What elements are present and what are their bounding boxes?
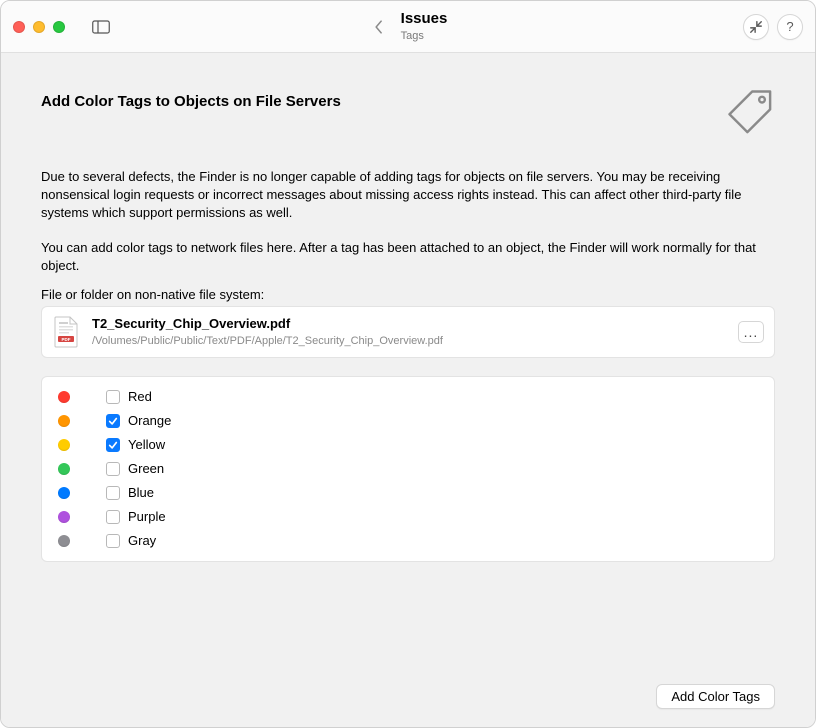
description-paragraph-2: You can add color tags to network files … bbox=[41, 239, 775, 275]
back-button[interactable] bbox=[369, 19, 389, 35]
tag-checkbox-purple[interactable] bbox=[106, 510, 120, 524]
collapse-button[interactable] bbox=[743, 14, 769, 40]
ellipsis-icon: ... bbox=[744, 324, 759, 340]
tag-dot-purple bbox=[58, 511, 70, 523]
tag-row-yellow: Yellow bbox=[58, 433, 758, 457]
tag-dot-green bbox=[58, 463, 70, 475]
tag-checkbox-green[interactable] bbox=[106, 462, 120, 476]
window-title: Issues bbox=[401, 10, 448, 29]
tag-dot-gray bbox=[58, 535, 70, 547]
add-color-tags-button[interactable]: Add Color Tags bbox=[656, 684, 775, 709]
tag-label-green: Green bbox=[128, 461, 164, 476]
file-field-label: File or folder on non-native file system… bbox=[41, 287, 775, 302]
tag-row-green: Green bbox=[58, 457, 758, 481]
app-window: Issues Tags ? Add Color Tags to Objects … bbox=[0, 0, 816, 728]
tag-checkbox-red[interactable] bbox=[106, 390, 120, 404]
tag-label-yellow: Yellow bbox=[128, 437, 165, 452]
title-center: Issues Tags bbox=[369, 10, 448, 44]
content-area: Add Color Tags to Objects on File Server… bbox=[1, 53, 815, 670]
pdf-file-icon: PDF bbox=[52, 315, 80, 349]
chevron-left-icon bbox=[374, 19, 384, 35]
tag-dot-yellow bbox=[58, 439, 70, 451]
window-controls bbox=[13, 21, 65, 33]
tag-label-purple: Purple bbox=[128, 509, 166, 524]
collapse-icon bbox=[749, 20, 763, 34]
tag-label-gray: Gray bbox=[128, 533, 156, 548]
tag-row-red: Red bbox=[58, 385, 758, 409]
minimize-window-button[interactable] bbox=[33, 21, 45, 33]
file-row: PDF T2_Security_Chip_Overview.pdf /Volum… bbox=[41, 306, 775, 358]
tag-label-orange: Orange bbox=[128, 413, 171, 428]
tag-dot-orange bbox=[58, 415, 70, 427]
window-subtitle: Tags bbox=[401, 30, 448, 44]
check-icon bbox=[108, 416, 118, 426]
svg-text:PDF: PDF bbox=[62, 337, 71, 342]
sidebar-icon bbox=[92, 20, 110, 34]
tag-icon bbox=[723, 85, 775, 140]
tag-checkbox-gray[interactable] bbox=[106, 534, 120, 548]
description-paragraph-1: Due to several defects, the Finder is no… bbox=[41, 168, 775, 223]
file-text: T2_Security_Chip_Overview.pdf /Volumes/P… bbox=[92, 316, 726, 348]
page-heading: Add Color Tags to Objects on File Server… bbox=[41, 93, 341, 110]
tag-label-blue: Blue bbox=[128, 485, 154, 500]
footer: Add Color Tags bbox=[1, 670, 815, 727]
tag-dot-red bbox=[58, 391, 70, 403]
check-icon bbox=[108, 440, 118, 450]
heading-row: Add Color Tags to Objects on File Server… bbox=[41, 81, 775, 140]
file-path: /Volumes/Public/Public/Text/PDF/Apple/T2… bbox=[92, 334, 726, 348]
titlebar-right: ? bbox=[743, 14, 803, 40]
titlebar: Issues Tags ? bbox=[1, 1, 815, 53]
file-more-button[interactable]: ... bbox=[738, 321, 764, 343]
tag-row-blue: Blue bbox=[58, 481, 758, 505]
tag-row-orange: Orange bbox=[58, 409, 758, 433]
tag-dot-blue bbox=[58, 487, 70, 499]
tags-list: Red Orange Yellow Green Blue Purple Gray bbox=[41, 376, 775, 562]
help-icon: ? bbox=[786, 19, 793, 34]
tag-row-gray: Gray bbox=[58, 529, 758, 553]
tag-checkbox-orange[interactable] bbox=[106, 414, 120, 428]
help-button[interactable]: ? bbox=[777, 14, 803, 40]
zoom-window-button[interactable] bbox=[53, 21, 65, 33]
file-name: T2_Security_Chip_Overview.pdf bbox=[92, 316, 726, 333]
tag-checkbox-yellow[interactable] bbox=[106, 438, 120, 452]
sidebar-toggle-button[interactable] bbox=[87, 16, 115, 38]
title-text: Issues Tags bbox=[401, 10, 448, 44]
description: Due to several defects, the Finder is no… bbox=[41, 168, 775, 275]
tag-label-red: Red bbox=[128, 389, 152, 404]
tag-checkbox-blue[interactable] bbox=[106, 486, 120, 500]
tag-row-purple: Purple bbox=[58, 505, 758, 529]
close-window-button[interactable] bbox=[13, 21, 25, 33]
